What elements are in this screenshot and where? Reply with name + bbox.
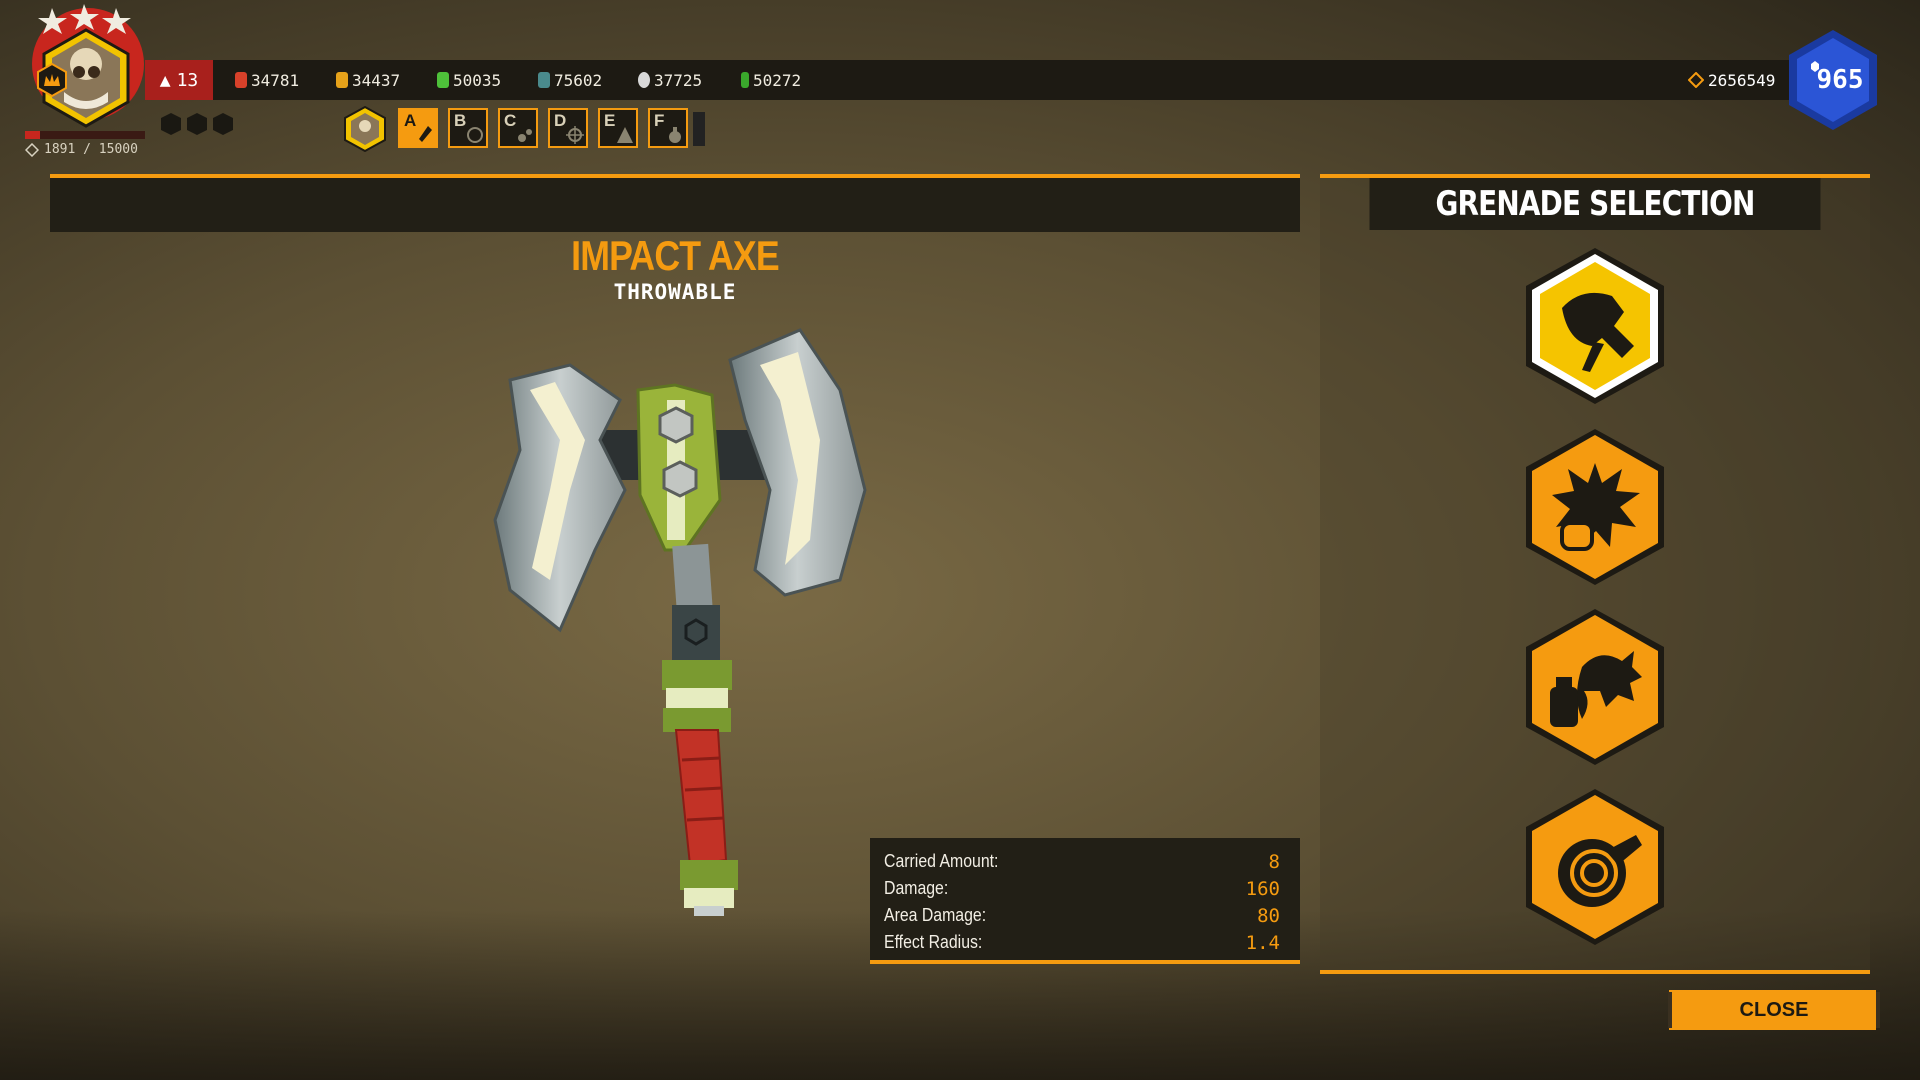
tab-label: B	[454, 111, 467, 130]
loadout-character-button[interactable]	[342, 105, 388, 153]
spike-slot-icon	[617, 127, 633, 143]
stat-label: Damage:	[884, 878, 949, 898]
item-stats-panel: Carried Amount: 8 Damage: 160 Area Damage:…	[870, 838, 1300, 964]
sawblade-grenade-icon	[1526, 789, 1664, 945]
red-mineral-icon	[235, 72, 247, 88]
silver-mineral-icon	[638, 72, 650, 88]
credits-icon	[1688, 72, 1704, 88]
teal-mineral-icon	[538, 72, 550, 88]
player-rank-badge: ▲ 13	[145, 60, 213, 100]
close-button-edge	[1866, 990, 1869, 1030]
item-type: THROWABLE	[613, 280, 737, 304]
stat-row-carried-amount: Carried Amount: 8	[884, 848, 1280, 875]
tab-label: C	[504, 111, 517, 130]
rank-value: 13	[176, 69, 199, 91]
cluster-slot-icon	[518, 129, 532, 142]
stat-row-area-damage: Area Damage: 80	[884, 902, 1280, 929]
crosshair-slot-icon	[566, 126, 584, 144]
empty-slot-hex-icon	[213, 113, 233, 135]
grenade-option-cluster[interactable]	[1522, 607, 1668, 767]
grenade-option-sawblade[interactable]	[1522, 787, 1668, 947]
stat-value: 80	[1257, 904, 1280, 927]
xp-progress-bar	[25, 131, 145, 139]
tab-label: D	[554, 111, 567, 130]
resource-value: 37725	[654, 70, 703, 90]
player-portrait-icon	[32, 4, 144, 128]
stat-value: 8	[1268, 850, 1280, 873]
stat-row-effect-radius: Effect Radius: 1.4	[884, 929, 1280, 956]
impact-axe-icon	[1526, 248, 1664, 404]
sawblade-slot-icon	[467, 127, 483, 143]
green-mineral-icon	[437, 72, 449, 88]
xp-readout: 1891 / 15000	[25, 142, 138, 157]
resource-value: 50035	[453, 70, 502, 90]
item-title: IMPACT AXE	[571, 232, 780, 279]
stat-value: 1.4	[1245, 931, 1280, 954]
impact-axe-model	[493, 328, 867, 916]
empty-slot-hex-icon	[187, 113, 207, 135]
tab-label: E	[604, 111, 616, 130]
stat-row-damage: Damage: 160	[884, 875, 1280, 902]
grenade-selection-title: GRENADE SELECTION	[1369, 178, 1821, 230]
loadout-tab-b[interactable]: B	[448, 108, 488, 148]
loadout-tab-a[interactable]: A	[398, 108, 438, 148]
player-avatar[interactable]	[16, 2, 148, 132]
resource-silver: 37725	[638, 60, 702, 100]
resource-teal: 75602	[538, 60, 602, 100]
rank-chevron-icon: ▲	[159, 69, 171, 91]
loadout-tab-e[interactable]: E	[598, 108, 638, 148]
cluster-grenade-icon	[1526, 609, 1664, 765]
credits-value: 2656549	[1708, 70, 1776, 90]
axe-slot-icon	[419, 126, 432, 142]
resource-value: 50272	[753, 70, 802, 90]
loadout-tab-c[interactable]: C	[498, 108, 538, 148]
xp-diamond-icon	[25, 142, 39, 157]
character-portrait-icon	[344, 105, 386, 153]
loadout-tab-f[interactable]: F	[648, 108, 688, 148]
explosive-grenade-icon	[1526, 429, 1664, 585]
resource-value: 75602	[554, 70, 603, 90]
resource-green: 50035	[437, 60, 501, 100]
tab-label: F	[654, 111, 665, 130]
tab-bar-end	[693, 112, 705, 146]
grenade-slot-icon	[669, 127, 681, 143]
xp-text: 1891 / 15000	[44, 142, 138, 157]
stat-value: 160	[1245, 877, 1280, 900]
resource-lime: 50272	[741, 60, 801, 100]
perk-points-badge: 965	[1785, 28, 1881, 132]
perk-points-value: 965	[1816, 65, 1864, 95]
close-button[interactable]: CLOSE	[1672, 990, 1876, 1030]
resource-red: 34781	[235, 60, 299, 100]
stat-label: Carried Amount:	[884, 851, 999, 871]
resource-gold: 34437	[336, 60, 400, 100]
empty-slot-hex-icon	[161, 113, 181, 135]
loadout-tab-d[interactable]: D	[548, 108, 588, 148]
credits-display: 2656549	[1688, 60, 1775, 100]
gold-mineral-icon	[336, 72, 348, 88]
stat-label: Effect Radius:	[884, 932, 983, 952]
resource-value: 34437	[352, 70, 401, 90]
xp-progress-fill	[25, 131, 41, 139]
grenade-option-explosive[interactable]	[1522, 427, 1668, 587]
lime-mineral-icon	[741, 72, 749, 88]
resource-value: 34781	[251, 70, 300, 90]
grenade-option-impact-axe[interactable]	[1522, 246, 1668, 406]
stat-label: Area Damage:	[884, 905, 987, 925]
item-panel-header	[50, 174, 1300, 232]
